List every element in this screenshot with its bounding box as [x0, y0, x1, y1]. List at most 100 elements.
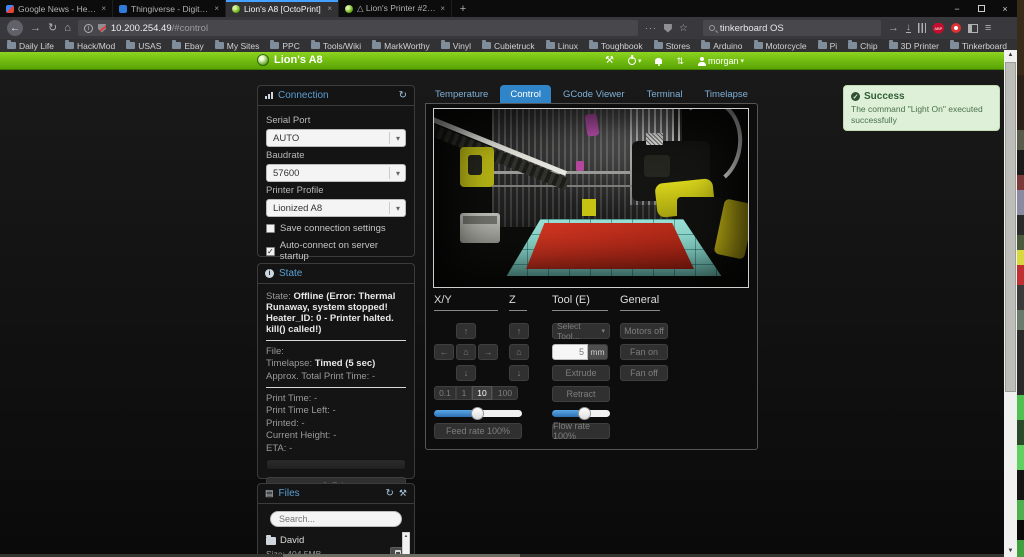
site-info-icon[interactable]: i	[84, 24, 93, 33]
extension-red-icon[interactable]	[951, 23, 961, 33]
tab-lions-printer-2[interactable]: △ Lion's Printer #2 [OctoPrint] ×	[339, 0, 452, 17]
bookmark-folder[interactable]: Daily Life	[7, 41, 54, 51]
tab-temperature[interactable]: Temperature	[425, 85, 498, 104]
library-icon[interactable]	[918, 23, 926, 33]
bookmark-folder[interactable]: MarkWorthy	[372, 41, 430, 51]
printer-profile-select[interactable]: Lionized A8	[266, 199, 406, 217]
files-search-input[interactable]	[279, 514, 393, 524]
bookmark-folder[interactable]: Pi	[818, 41, 838, 51]
maximize-button[interactable]	[969, 0, 993, 17]
new-tab-button[interactable]: +	[452, 0, 474, 17]
sliders-icon[interactable]: ⇅	[676, 57, 684, 66]
forward-button[interactable]: →	[30, 23, 41, 34]
refresh-icon[interactable]: ↻	[386, 489, 394, 499]
jog-z-plus-button[interactable]	[509, 323, 529, 339]
settings-wrench-icon[interactable]: ⚒	[605, 56, 614, 66]
vertical-scrollbar[interactable]: ▲ ▼	[1004, 50, 1017, 557]
autoconnect-checkbox[interactable]: ✓	[266, 247, 275, 256]
autoconnect-row[interactable]: ✓Auto-connect on server startup	[266, 240, 406, 262]
feed-rate-button[interactable]: Feed rate 100%	[434, 423, 522, 439]
tab-gcode-viewer[interactable]: GCode Viewer	[553, 85, 635, 104]
bookmark-folder[interactable]: USAS	[126, 41, 161, 51]
back-button[interactable]: ←	[7, 20, 23, 36]
bookmark-folder[interactable]: PPC	[270, 41, 299, 51]
tab-thingiverse[interactable]: Thingiverse - Digital Designs fo ×	[113, 0, 226, 17]
home-xy-button[interactable]	[456, 344, 476, 360]
step-0_1-button[interactable]: 0.1	[434, 386, 456, 400]
flow-rate-slider[interactable]	[552, 410, 610, 417]
jog-x-plus-button[interactable]	[478, 344, 498, 360]
bookmark-folder[interactable]: Hack/Mod	[65, 41, 115, 51]
step-10-button[interactable]: 10	[472, 386, 492, 400]
files-search[interactable]	[270, 511, 402, 527]
extrude-button[interactable]: Extrude	[552, 365, 610, 381]
content-blocking-shield-icon[interactable]	[98, 24, 106, 33]
extrude-amount-input[interactable]	[552, 344, 588, 360]
select-tool-dropdown[interactable]: Select Tool...	[552, 323, 610, 339]
motors-off-button[interactable]: Motors off	[620, 323, 668, 339]
scroll-up-arrow[interactable]: ▲	[1004, 50, 1017, 61]
minimize-button[interactable]: −	[945, 0, 969, 17]
connection-panel-header[interactable]: Connection ↻	[258, 86, 414, 106]
bookmark-star-icon[interactable]: ☆	[679, 23, 688, 34]
save-settings-checkbox[interactable]	[266, 224, 275, 233]
tab-control[interactable]: Control	[500, 85, 551, 104]
retract-button[interactable]: Retract	[552, 386, 610, 402]
fan-on-button[interactable]: Fan on	[620, 344, 668, 360]
search-bar[interactable]	[703, 20, 881, 36]
files-panel-header[interactable]: ▤ Files ↻ ⚒	[258, 484, 414, 504]
state-panel-header[interactable]: i State	[258, 264, 414, 284]
tab-close-icon[interactable]: ×	[214, 4, 219, 13]
jog-y-plus-button[interactable]	[456, 323, 476, 339]
sidebar-toggle-icon[interactable]	[968, 24, 978, 33]
fan-off-button[interactable]: Fan off	[620, 365, 668, 381]
bookmark-folder[interactable]: Motorcycle	[754, 41, 807, 51]
serial-port-select[interactable]: AUTO	[266, 129, 406, 147]
home-z-button[interactable]	[509, 344, 529, 360]
bookmark-folder[interactable]: Tools/Wiki	[311, 41, 361, 51]
scroll-down-arrow[interactable]: ▼	[1004, 546, 1017, 557]
pocket-icon[interactable]	[664, 24, 672, 33]
search-input[interactable]	[720, 23, 850, 34]
bookmark-folder[interactable]: Arduino	[701, 41, 742, 51]
feed-rate-slider[interactable]	[434, 410, 522, 417]
downloads-icon[interactable]: ↓	[906, 23, 911, 33]
search-go-icon[interactable]: →	[888, 23, 899, 34]
save-settings-row[interactable]: Save connection settings	[266, 223, 406, 234]
jog-x-minus-button[interactable]	[434, 344, 454, 360]
refresh-icon[interactable]: ↻	[399, 91, 407, 101]
tab-terminal[interactable]: Terminal	[637, 85, 693, 104]
url-bar[interactable]: i 10.200.254.49/#control	[78, 20, 638, 36]
tab-close-icon[interactable]: ×	[327, 4, 332, 13]
tab-close-icon[interactable]: ×	[440, 4, 445, 13]
tab-timelapse[interactable]: Timelapse	[694, 85, 757, 104]
bookmark-folder[interactable]: My Sites	[215, 41, 260, 51]
bookmark-folder[interactable]: Toughbook	[589, 41, 643, 51]
adblock-icon[interactable]: ABP	[933, 23, 944, 34]
user-menu[interactable]: morgan▾	[698, 56, 744, 66]
home-button[interactable]: ⌂	[64, 23, 71, 34]
jog-z-minus-button[interactable]	[509, 365, 529, 381]
tab-lions-a8[interactable]: Lion's A8 [OctoPrint] ×	[226, 0, 339, 17]
octoprint-brand[interactable]: Lion's A8	[257, 54, 323, 66]
baudrate-select[interactable]: 57600	[266, 164, 406, 182]
bookmark-folder[interactable]: Chip	[848, 41, 877, 51]
bookmark-folder[interactable]: Cubietruck	[482, 41, 535, 51]
system-power-menu[interactable]: ▾	[628, 57, 642, 65]
bookmark-folder[interactable]: Stores	[654, 41, 691, 51]
announcements-bell-icon[interactable]	[655, 58, 662, 64]
bookmark-folder[interactable]: Vinyl	[441, 41, 471, 51]
close-button[interactable]: ×	[993, 0, 1017, 17]
success-alert[interactable]: ✓ Success The command "Light On" execute…	[843, 85, 1000, 131]
tab-close-icon[interactable]: ×	[101, 4, 106, 13]
tab-google-news[interactable]: Google News - Headlines - Lat ×	[0, 0, 113, 17]
bookmark-folder[interactable]: 3D Printer	[889, 41, 939, 51]
bookmark-folder[interactable]: Tinkerboard	[950, 41, 1007, 51]
slider-handle[interactable]	[471, 407, 484, 420]
step-100-button[interactable]: 100	[492, 386, 518, 400]
page-actions-icon[interactable]: ···	[645, 23, 657, 33]
step-1-button[interactable]: 1	[456, 386, 472, 400]
flow-rate-button[interactable]: Flow rate 100%	[552, 423, 610, 439]
bookmark-folder[interactable]: Ebay	[172, 41, 203, 51]
vertical-scrollbar-thumb[interactable]	[1005, 62, 1016, 392]
